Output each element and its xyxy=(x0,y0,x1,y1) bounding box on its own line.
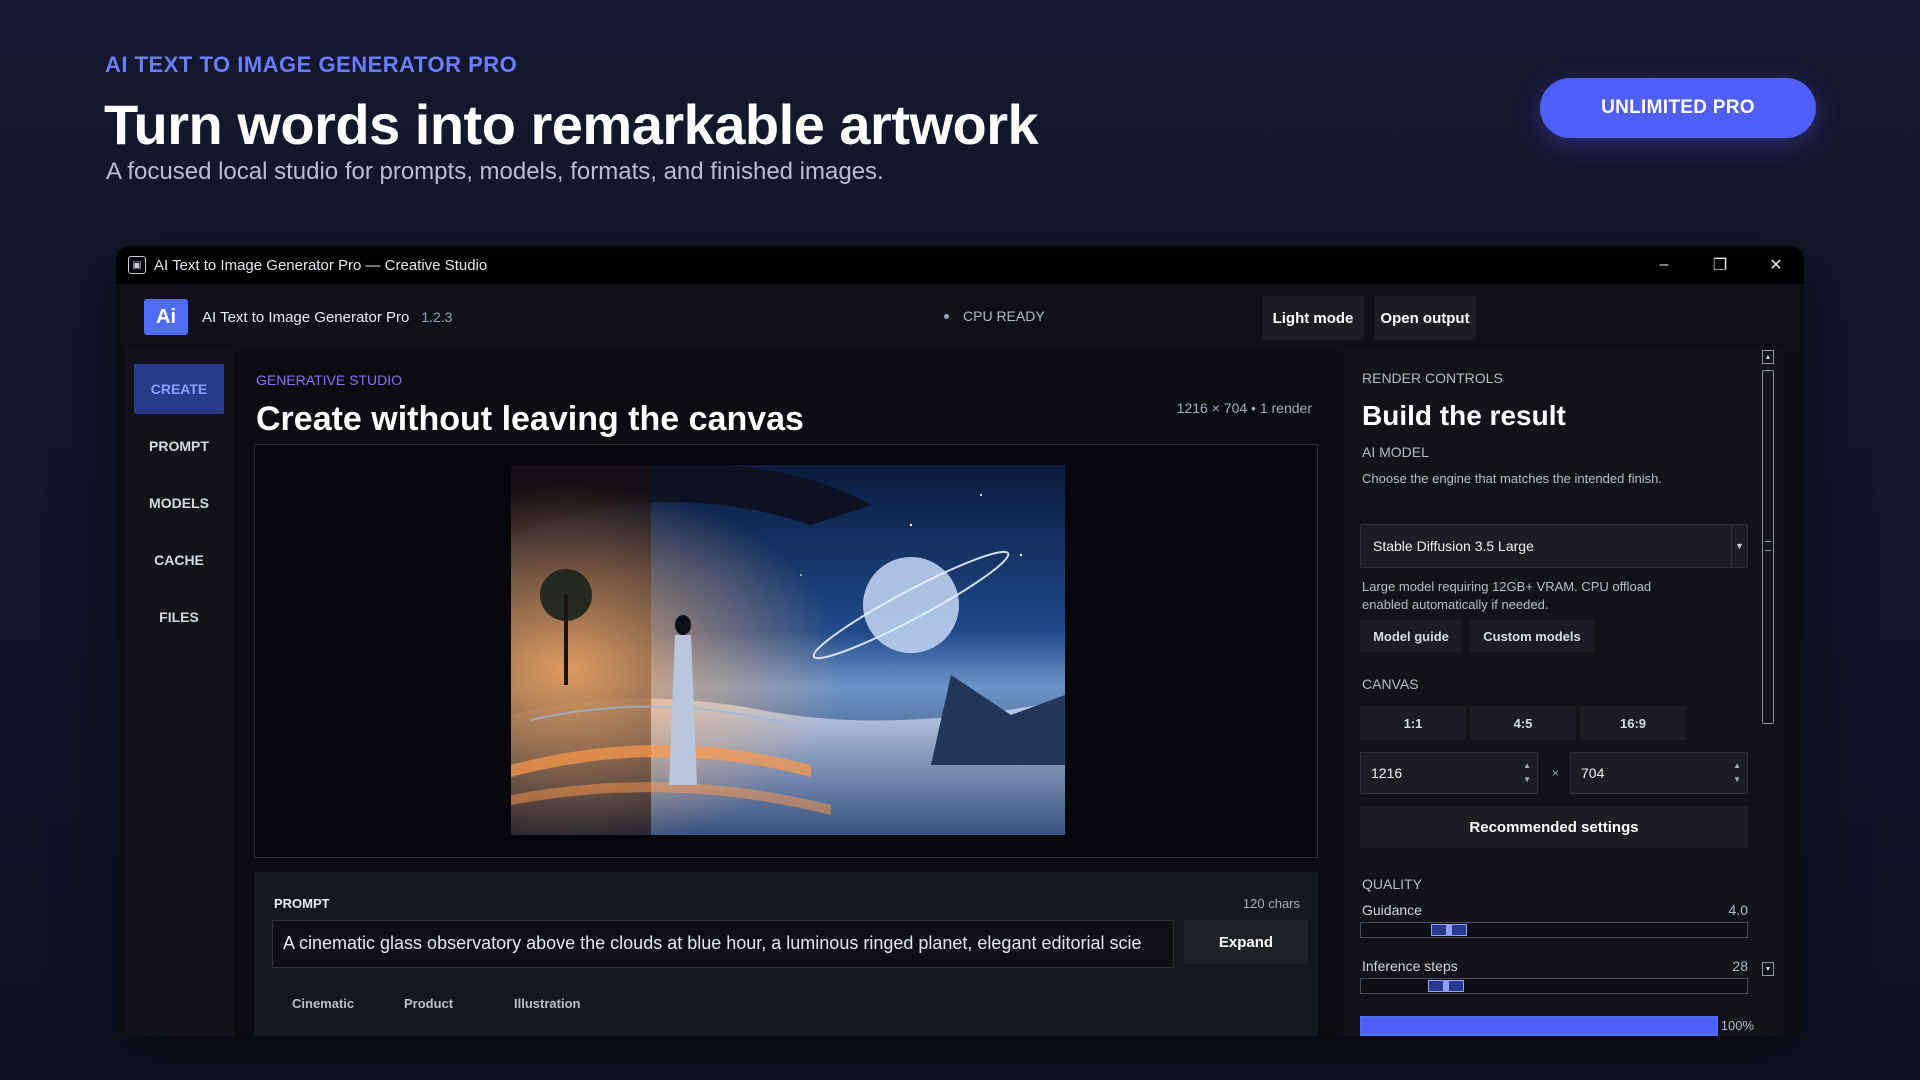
height-input[interactable]: 704 ▲ ▼ xyxy=(1570,752,1748,794)
scroll-up-icon[interactable]: ▲ xyxy=(1762,350,1774,364)
prompt-label: PROMPT xyxy=(274,896,330,911)
guidance-value: 4.0 xyxy=(1728,902,1748,918)
render-controls-eyebrow: RENDER CONTROLS xyxy=(1362,370,1503,386)
expand-button[interactable]: Expand xyxy=(1184,920,1308,964)
render-controls-panel: RENDER CONTROLS Build the result AI MODE… xyxy=(1344,350,1784,1036)
recommended-settings-button[interactable]: Recommended settings xyxy=(1360,806,1748,848)
model-select[interactable]: Stable Diffusion 3.5 Large ▼ xyxy=(1360,524,1748,568)
height-stepper-icon[interactable]: ▲ ▼ xyxy=(1733,759,1741,787)
app-toolbar: Ai AI Text to Image Generator Pro 1.2.3 … xyxy=(126,284,1794,350)
app-version: 1.2.3 xyxy=(421,309,453,325)
width-value: 1216 xyxy=(1371,765,1403,781)
sidebar-item-files[interactable]: FILES xyxy=(134,592,224,642)
render-progress-bar xyxy=(1360,1016,1718,1036)
status-indicator: CPU READY xyxy=(944,308,1045,324)
inference-steps-slider[interactable] xyxy=(1360,978,1748,994)
style-chip-cinematic[interactable]: Cinematic xyxy=(292,996,354,1011)
rendered-image[interactable] xyxy=(511,465,1065,835)
sidebar-item-cache[interactable]: CACHE xyxy=(134,535,224,585)
sidebar-item-prompt[interactable]: PROMPT xyxy=(134,421,224,471)
style-chip-illustration[interactable]: Illustration xyxy=(514,996,580,1011)
model-guide-button[interactable]: Model guide xyxy=(1360,620,1462,652)
hero-title: Turn words into remarkable artwork xyxy=(104,93,1039,156)
model-note: Large model requiring 12GB+ VRAM. CPU of… xyxy=(1362,579,1652,612)
width-stepper-icon[interactable]: ▲ ▼ xyxy=(1523,759,1531,787)
prompt-char-count: 120 chars xyxy=(1242,896,1300,911)
sidebar-item-create[interactable]: CREATE xyxy=(134,364,224,414)
render-controls-title: Build the result xyxy=(1362,400,1566,431)
width-input[interactable]: 1216 ▲ ▼ xyxy=(1360,752,1538,794)
prompt-panel: PROMPT 120 chars A cinematic glass obser… xyxy=(254,872,1318,1036)
close-icon[interactable]: ✕ xyxy=(1748,246,1804,284)
open-output-button[interactable]: Open output xyxy=(1374,296,1476,340)
panel-scrollbar[interactable]: ▲ ▼ xyxy=(1762,350,1774,1036)
hero-eyebrow: AI TEXT TO IMAGE GENERATOR PRO xyxy=(105,52,518,77)
canvas-label: CANVAS xyxy=(1362,676,1419,692)
dimension-separator: × xyxy=(1552,766,1560,780)
app-window-icon: ▣ xyxy=(128,256,146,274)
quality-label: QUALITY xyxy=(1362,876,1422,892)
inference-steps-label: Inference steps xyxy=(1362,958,1458,974)
sidebar: CREATE PROMPT MODELS CACHE FILES xyxy=(126,350,234,1036)
guidance-label: Guidance xyxy=(1362,902,1422,918)
window-titlebar: ▣ AI Text to Image Generator Pro — Creat… xyxy=(116,246,1804,284)
main-studio: GENERATIVE STUDIO Create without leaving… xyxy=(234,350,1334,1036)
sidebar-item-models[interactable]: MODELS xyxy=(134,478,224,528)
window-title: AI Text to Image Generator Pro — Creativ… xyxy=(154,256,488,274)
ratio-button-16-9[interactable]: 16:9 xyxy=(1580,706,1686,740)
ai-model-description: Choose the engine that matches the inten… xyxy=(1362,471,1662,486)
chevron-down-icon[interactable]: ▼ xyxy=(1731,525,1747,567)
ratio-button-1-1[interactable]: 1:1 xyxy=(1360,706,1466,740)
style-chip-product[interactable]: Product xyxy=(404,996,453,1011)
studio-eyebrow: GENERATIVE STUDIO xyxy=(256,372,402,388)
render-progress-fill xyxy=(1362,1018,1716,1034)
restore-icon[interactable]: ❐ xyxy=(1692,246,1748,284)
app-logo: Ai xyxy=(144,299,188,335)
inference-steps-slider-thumb[interactable] xyxy=(1428,980,1464,992)
status-text: CPU READY xyxy=(963,308,1045,324)
scroll-down-icon[interactable]: ▼ xyxy=(1762,962,1774,976)
minimize-icon[interactable]: – xyxy=(1636,246,1692,284)
hero-subtitle: A focused local studio for prompts, mode… xyxy=(106,158,884,185)
window-controls: – ❐ ✕ xyxy=(1636,246,1804,284)
app-name: AI Text to Image Generator Pro xyxy=(202,308,410,326)
model-select-value: Stable Diffusion 3.5 Large xyxy=(1373,538,1534,554)
prompt-input[interactable]: A cinematic glass observatory above the … xyxy=(272,920,1174,968)
height-value: 704 xyxy=(1581,765,1605,781)
render-progress-label: 100% xyxy=(1720,1018,1754,1033)
guidance-slider[interactable] xyxy=(1360,922,1748,938)
inference-steps-value: 28 xyxy=(1732,958,1748,974)
guidance-slider-thumb[interactable] xyxy=(1431,924,1467,936)
scrollbar-thumb[interactable] xyxy=(1762,370,1774,724)
canvas-meta: 1216 × 704 • 1 render xyxy=(1176,400,1312,416)
ai-model-label: AI MODEL xyxy=(1362,444,1429,460)
status-dot-icon xyxy=(944,313,949,319)
page-title: Create without leaving the canvas xyxy=(256,400,804,438)
custom-models-button[interactable]: Custom models xyxy=(1470,620,1594,652)
light-mode-button[interactable]: Light mode xyxy=(1262,296,1364,340)
ratio-button-4-5[interactable]: 4:5 xyxy=(1470,706,1576,740)
app-window: ▣ AI Text to Image Generator Pro — Creat… xyxy=(116,246,1804,1036)
unlimited-pro-button[interactable]: UNLIMITED PRO xyxy=(1540,78,1816,138)
canvas-preview xyxy=(254,444,1318,858)
